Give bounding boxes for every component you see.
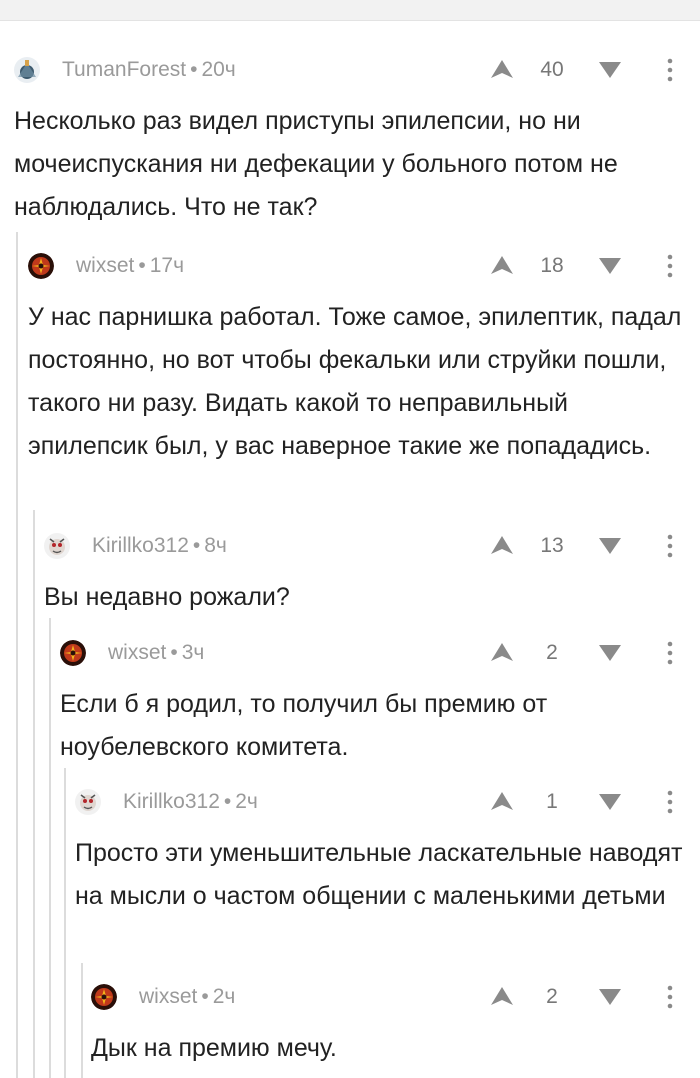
thread-line[interactable] — [16, 232, 18, 1078]
comment-header: wixset • 2ч 2 — [91, 977, 700, 1017]
more-options-icon[interactable] — [666, 252, 674, 280]
upvote-arrow-icon[interactable] — [489, 534, 515, 556]
upvote-arrow-icon[interactable] — [489, 254, 515, 276]
downvote-arrow-icon[interactable] — [598, 60, 622, 80]
thread-line[interactable] — [64, 768, 66, 1078]
comment-text: Несколько раз видел приступы эпилепсии, … — [14, 107, 618, 221]
downvote-arrow-icon[interactable] — [598, 536, 622, 556]
thread-line[interactable] — [49, 618, 51, 1078]
comment: Kirillko312 • 8ч 13 Вы недавно рожали? — [44, 526, 700, 616]
downvote-arrow-icon[interactable] — [598, 643, 622, 663]
comment-meta: wixset • 2ч — [139, 985, 235, 1009]
comment-score: 1 — [546, 790, 558, 813]
upvote-arrow-icon[interactable] — [489, 790, 515, 812]
comment: Kirillko312 • 2ч 1 Просто эти уменьшительн… — [75, 782, 700, 957]
thread-line[interactable] — [81, 963, 83, 1078]
author-name[interactable]: wixset — [108, 641, 166, 664]
comment: wixset • 3ч 2 Если б я родил, то получил б… — [60, 633, 700, 763]
comment-score: 13 — [540, 534, 564, 557]
author-name[interactable]: Kirillko312 — [123, 790, 220, 813]
more-options-icon[interactable] — [666, 788, 674, 816]
comment-score: 2 — [546, 985, 558, 1008]
comment-time: 2ч — [212, 985, 236, 1008]
upvote-arrow-icon[interactable] — [489, 58, 515, 80]
meta-separator: • — [138, 254, 146, 277]
author-name[interactable]: TumanForest — [62, 58, 186, 81]
author-name[interactable]: Kirillko312 — [92, 534, 189, 557]
meta-separator: • — [170, 641, 178, 664]
comment-meta: TumanForest • 20ч — [62, 58, 236, 82]
comment-score: 2 — [546, 641, 558, 664]
kirillko312-avatar[interactable] — [44, 533, 70, 559]
comment-score: 40 — [540, 58, 564, 81]
comment-text: У нас парнишка работал. Тоже самое, эпил… — [28, 303, 682, 460]
upvote-arrow-icon[interactable] — [489, 641, 515, 663]
author-name[interactable]: wixset — [76, 254, 134, 277]
meta-separator: • — [201, 985, 209, 1008]
comment-score: 18 — [540, 254, 564, 277]
comment-text: Вы недавно рожали? — [44, 583, 290, 611]
upvote-arrow-icon[interactable] — [489, 985, 515, 1007]
meta-separator: • — [223, 790, 232, 813]
downvote-arrow-icon[interactable] — [598, 256, 622, 276]
comment-header: TumanForest • 20ч 40 — [14, 50, 700, 90]
comment-text: Просто эти уменьшительные ласкательные н… — [75, 839, 683, 910]
thread-line[interactable] — [33, 510, 35, 1078]
downvote-arrow-icon[interactable] — [598, 987, 622, 1007]
comment: wixset • 17ч 18 У нас парнишка работал. То… — [28, 246, 700, 506]
comment-time: 3ч — [181, 641, 205, 664]
comment-text: Дык на премию мечу. — [91, 1034, 337, 1062]
kirillko312-avatar[interactable] — [75, 789, 101, 815]
more-options-icon[interactable] — [666, 983, 674, 1011]
comment-header: wixset • 3ч 2 — [60, 633, 700, 673]
downvote-arrow-icon[interactable] — [598, 792, 622, 812]
tumanforest-avatar[interactable] — [14, 57, 40, 83]
comment-time: 20ч — [201, 58, 236, 81]
comment-meta: wixset • 17ч — [76, 254, 184, 278]
wixset-avatar[interactable] — [28, 253, 54, 279]
comment: wixset • 2ч 2 Дык на премию мечу. — [91, 977, 700, 1077]
author-name[interactable]: wixset — [139, 985, 197, 1008]
meta-separator: • — [190, 58, 198, 81]
wixset-avatar[interactable] — [91, 984, 117, 1010]
meta-separator: • — [192, 534, 201, 557]
comment-time: 2ч — [235, 790, 258, 813]
comment-meta: Kirillko312 • 2ч — [123, 790, 258, 814]
comment-header: Kirillko312 • 2ч 1 — [75, 782, 700, 822]
comment-time: 8ч — [204, 534, 227, 557]
more-options-icon[interactable] — [666, 56, 674, 84]
comment-meta: wixset • 3ч — [108, 641, 204, 665]
wixset-avatar[interactable] — [60, 640, 86, 666]
comment-header: Kirillko312 • 8ч 13 — [44, 526, 700, 566]
comment-header: wixset • 17ч 18 — [28, 246, 700, 286]
comment-thread: TumanForest • 20ч 40 Несколько раз видел п… — [0, 20, 700, 1078]
comment-text: Если б я родил, то получил бы премию от … — [60, 690, 548, 761]
comment-time: 17ч — [149, 254, 185, 277]
comment: TumanForest • 20ч 40 Несколько раз видел п… — [14, 50, 700, 221]
comment-meta: Kirillko312 • 8ч — [92, 534, 227, 558]
top-bar — [0, 0, 700, 21]
more-options-icon[interactable] — [666, 639, 674, 667]
more-options-icon[interactable] — [666, 532, 674, 560]
